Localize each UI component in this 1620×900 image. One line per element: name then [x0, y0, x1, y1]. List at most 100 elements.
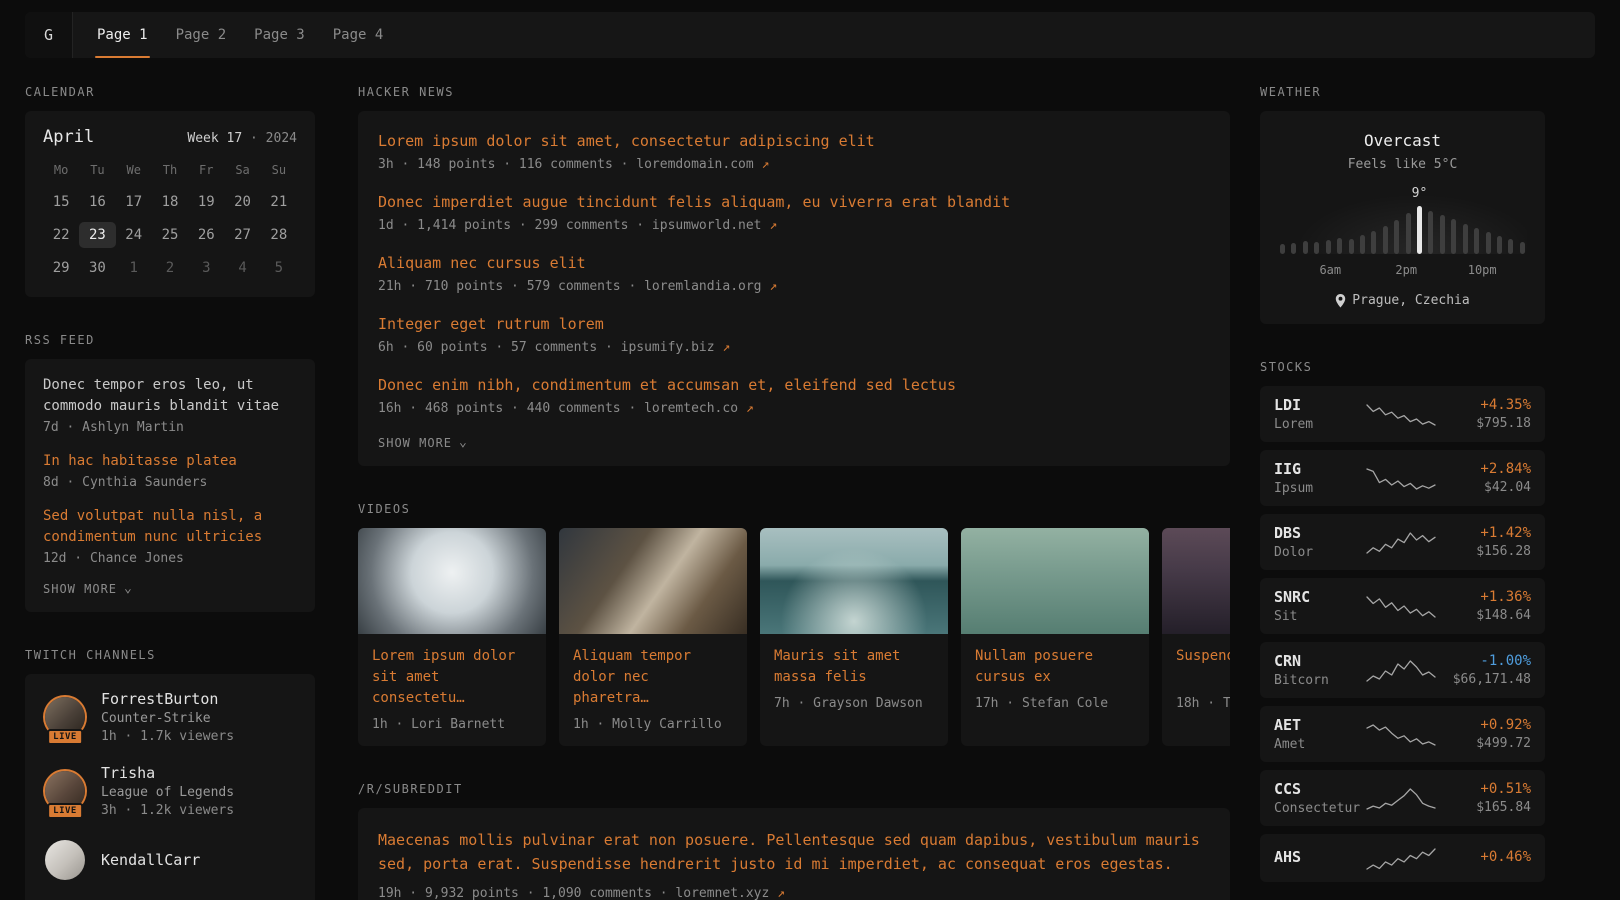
video-thumbnail — [961, 528, 1149, 634]
calendar-day-next-month: 1 — [116, 255, 152, 281]
external-link-icon[interactable]: ↗ — [746, 401, 754, 416]
videos-widget: VIDEOS Lorem ipsum dolor sit amet consec… — [358, 502, 1230, 746]
calendar-day: 28 — [261, 222, 297, 248]
widget-label: HACKER NEWS — [358, 85, 1230, 99]
weather-bar — [1406, 213, 1411, 254]
twitch-channel-game: League of Legends — [101, 785, 234, 800]
weather-bar — [1349, 239, 1354, 254]
avatar: LIVE — [43, 695, 87, 739]
external-link-icon[interactable]: ↗ — [722, 340, 730, 355]
hn-item: Integer eget rutrum lorem 6h · 60 points… — [378, 314, 1210, 355]
external-link-icon[interactable]: ↗ — [769, 279, 777, 294]
tab-page-3[interactable]: Page 3 — [252, 12, 307, 58]
calendar-card: April Week 17 · 2024 Mo Tu We Th Fr Sa S… — [25, 111, 315, 297]
stock-row[interactable]: DBS Dolor +1.42% $156.28 — [1260, 514, 1545, 570]
calendar-dow: Sa — [224, 163, 260, 177]
tab-page-2[interactable]: Page 2 — [174, 12, 229, 58]
rss-show-more-button[interactable]: SHOW MORE ⌄ — [43, 582, 297, 596]
hn-item-title[interactable]: Donec imperdiet augue tincidunt felis al… — [378, 192, 1210, 213]
video-card[interactable]: Nullam posuere cursus ex 17h · Stefan Co… — [961, 528, 1149, 746]
hn-item-meta: 1d · 1,414 points · 299 comments · ipsum… — [378, 218, 1210, 233]
hn-item-title[interactable]: Integer eget rutrum lorem — [378, 314, 1210, 335]
external-link-icon[interactable]: ↗ — [769, 218, 777, 233]
hn-show-more-button[interactable]: SHOW MORE ⌄ — [378, 436, 1210, 450]
rss-item-meta: 7d · Ashlyn Martin — [43, 420, 297, 435]
weather-bar — [1326, 240, 1331, 254]
stock-values: +0.46% — [1439, 849, 1531, 868]
stock-change: +1.42% — [1439, 525, 1531, 541]
stock-id: CCS Consectetur — [1274, 780, 1362, 816]
widget-label: VIDEOS — [358, 502, 1230, 516]
calendar-day: 22 — [43, 222, 79, 248]
hn-item: Aliquam nec cursus elit 21h · 710 points… — [378, 253, 1210, 294]
video-meta: 17h · Stefan Cole — [975, 696, 1135, 711]
stock-ticker: AET — [1274, 716, 1362, 734]
video-thumbnail — [559, 528, 747, 634]
stock-ticker: AHS — [1274, 848, 1362, 866]
video-title: Suspendisse diam — [1176, 646, 1230, 688]
hn-meta-text: 6h · 60 points · 57 comments · ipsumify.… — [378, 340, 715, 355]
weather-chart: 9° — [1278, 186, 1527, 254]
hn-item: Donec enim nibh, condimentum et accumsan… — [378, 375, 1210, 416]
stock-row[interactable]: LDI Lorem +4.35% $795.18 — [1260, 386, 1545, 442]
widget-label: RSS FEED — [25, 333, 315, 347]
show-more-label: SHOW MORE — [378, 436, 452, 450]
weather-peak-temp: 9° — [1412, 186, 1428, 201]
video-card[interactable]: Mauris sit amet massa felis 7h · Grayson… — [760, 528, 948, 746]
calendar-dow: Tu — [79, 163, 115, 177]
rss-item-meta: 12d · Chance Jones — [43, 551, 297, 566]
stock-name: Bitcorn — [1274, 673, 1362, 688]
video-meta: 7h · Grayson Dawson — [774, 696, 934, 711]
video-title: Lorem ipsum dolor sit amet consectetu… — [372, 646, 532, 709]
stocks-widget: STOCKS LDI Lorem +4.35% $795.18 IIG — [1260, 360, 1545, 882]
right-column: WEATHER Overcast Feels like 5°C 9° 6am 2… — [1260, 85, 1545, 900]
video-card[interactable]: Aliquam tempor dolor nec pharetra… 1h · … — [559, 528, 747, 746]
stock-row[interactable]: CCS Consectetur +0.51% $165.84 — [1260, 770, 1545, 826]
stock-values: +0.51% $165.84 — [1439, 781, 1531, 815]
calendar-day: 18 — [152, 189, 188, 215]
live-badge: LIVE — [47, 803, 83, 819]
stock-row[interactable]: IIG Ipsum +2.84% $42.04 — [1260, 450, 1545, 506]
stock-row[interactable]: SNRC Sit +1.36% $148.64 — [1260, 578, 1545, 634]
rss-item-title[interactable]: Donec tempor eros leo, ut commodo mauris… — [43, 375, 297, 417]
tab-page-1[interactable]: Page 1 — [95, 12, 150, 58]
stock-id: IIG Ipsum — [1274, 460, 1362, 496]
external-link-icon[interactable]: ↗ — [762, 157, 770, 172]
twitch-channel-row[interactable]: LIVE Trisha League of Legends 3h · 1.2k … — [43, 764, 297, 818]
weather-location[interactable]: Prague, Czechia — [1278, 293, 1527, 308]
video-card[interactable]: Lorem ipsum dolor sit amet consectetu… 1… — [358, 528, 546, 746]
weather-time-label: 10pm — [1468, 263, 1497, 277]
twitch-channel-row[interactable]: LIVE ForrestBurton Counter-Strike 1h · 1… — [43, 690, 297, 744]
stock-name: Sit — [1274, 609, 1362, 624]
rss-item-title[interactable]: Sed volutpat nulla nisl, a condimentum n… — [43, 506, 297, 548]
app-logo[interactable]: G — [25, 12, 73, 58]
stock-sparkline — [1362, 720, 1439, 748]
stock-row[interactable]: AHS +0.46% — [1260, 834, 1545, 882]
tab-page-4[interactable]: Page 4 — [331, 12, 386, 58]
external-link-icon[interactable]: ↗ — [777, 886, 785, 900]
stock-values: +4.35% $795.18 — [1439, 397, 1531, 431]
stock-price: $165.84 — [1439, 800, 1531, 815]
calendar-month: April — [43, 127, 94, 147]
rss-item-title[interactable]: In hac habitasse platea — [43, 451, 297, 472]
stock-row[interactable]: AET Amet +0.92% $499.72 — [1260, 706, 1545, 762]
video-meta: 1h · Lori Barnett — [372, 717, 532, 732]
stock-row[interactable]: CRN Bitcorn -1.00% $66,171.48 — [1260, 642, 1545, 698]
twitch-channel-info: KendallCarr — [101, 851, 200, 869]
top-nav: G Page 1 Page 2 Page 3 Page 4 — [25, 12, 1595, 58]
stock-sparkline — [1362, 656, 1439, 684]
hn-item-title[interactable]: Donec enim nibh, condimentum et accumsan… — [378, 375, 1210, 396]
subreddit-post-title[interactable]: Maecenas mollis pulvinar erat non posuer… — [378, 828, 1210, 876]
video-card[interactable]: Suspendisse diam 18h · Tara — [1162, 528, 1230, 746]
stock-name: Lorem — [1274, 417, 1362, 432]
rss-item: In hac habitasse platea 8d · Cynthia Sau… — [43, 451, 297, 490]
hn-item-title[interactable]: Lorem ipsum dolor sit amet, consectetur … — [378, 131, 1210, 152]
hn-item-title[interactable]: Aliquam nec cursus elit — [378, 253, 1210, 274]
weather-bar — [1520, 242, 1525, 254]
weather-location-text: Prague, Czechia — [1352, 293, 1469, 308]
stock-id: AHS — [1274, 848, 1362, 869]
hn-meta-text: 16h · 468 points · 440 comments · loremt… — [378, 401, 738, 416]
calendar-dow: Mo — [43, 163, 79, 177]
twitch-channel-row[interactable]: KendallCarr — [43, 838, 297, 882]
video-body: Mauris sit amet massa felis 7h · Grayson… — [760, 634, 948, 725]
